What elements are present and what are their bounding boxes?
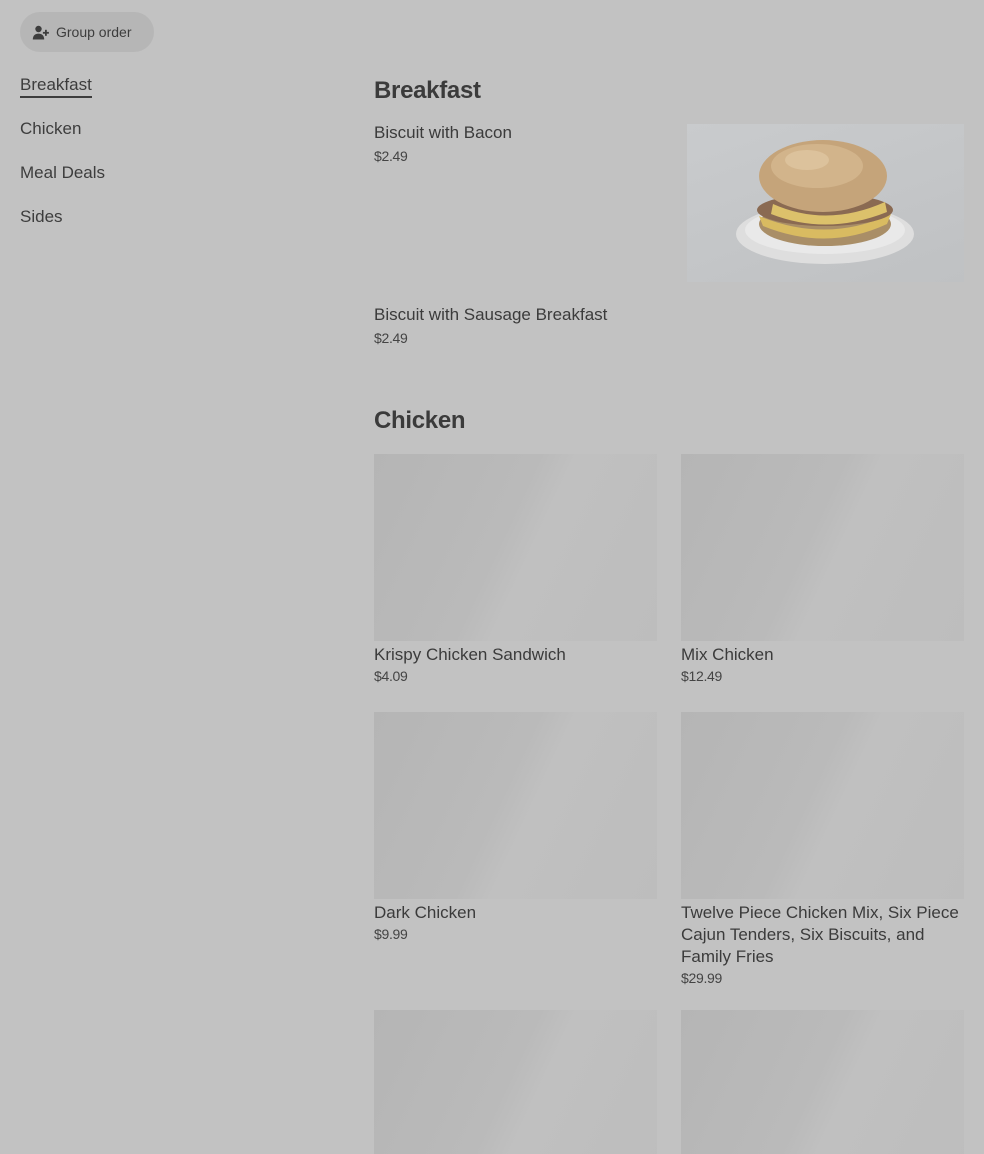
biscuit-with-bacon-image[interactable] <box>687 124 964 282</box>
group-order-button[interactable]: Group order <box>20 12 154 52</box>
category-sidebar: Breakfast Chicken Meal Deals Sides <box>20 74 320 250</box>
item-name: Twelve Piece Chicken Mix, Six Piece Caju… <box>681 903 959 966</box>
sidebar-item-label: Breakfast <box>20 74 92 98</box>
sidebar-item-label: Chicken <box>20 119 82 138</box>
menu-item-card[interactable] <box>374 1010 657 1154</box>
sidebar-item-label: Sides <box>20 207 63 226</box>
item-name: Dark Chicken <box>374 903 477 922</box>
item-image-placeholder <box>681 454 964 641</box>
item-name: Mix Chicken <box>681 645 774 664</box>
menu-item-krispy-chicken-sandwich[interactable]: Krispy Chicken Sandwich $4.09 <box>374 454 657 684</box>
person-add-icon <box>32 24 49 41</box>
item-name: Biscuit with Sausage Breakfast <box>374 305 608 324</box>
sidebar-item-meal-deals[interactable]: Meal Deals <box>20 162 320 206</box>
sidebar-item-breakfast[interactable]: Breakfast <box>20 74 320 118</box>
item-price: $29.99 <box>681 970 723 986</box>
item-image-placeholder <box>681 1010 964 1154</box>
group-order-label: Group order <box>56 24 132 40</box>
item-image-placeholder <box>374 454 657 641</box>
item-price: $12.49 <box>681 668 723 684</box>
item-image-placeholder <box>681 712 964 899</box>
item-image-placeholder <box>374 712 657 899</box>
item-price: $9.99 <box>374 926 408 942</box>
sidebar-item-chicken[interactable]: Chicken <box>20 118 320 162</box>
item-price: $4.09 <box>374 668 408 684</box>
item-name: Krispy Chicken Sandwich <box>374 645 566 664</box>
sidebar-item-label: Meal Deals <box>20 163 106 182</box>
item-price: $2.49 <box>374 330 408 346</box>
menu-item-twelve-piece-chicken-mix[interactable]: Twelve Piece Chicken Mix, Six Piece Caju… <box>681 712 964 986</box>
menu-item-biscuit-with-sausage-breakfast[interactable]: Biscuit with Sausage Breakfast $2.49 <box>374 304 964 346</box>
menu-item-mix-chicken[interactable]: Mix Chicken $12.49 <box>681 454 964 684</box>
sidebar-item-sides[interactable]: Sides <box>20 206 320 250</box>
menu-item-dark-chicken[interactable]: Dark Chicken $9.99 <box>374 712 657 942</box>
section-title-breakfast: Breakfast <box>374 77 481 104</box>
item-image-placeholder <box>374 1010 657 1154</box>
menu-item-card[interactable] <box>681 1010 964 1154</box>
section-title-chicken: Chicken <box>374 407 466 434</box>
